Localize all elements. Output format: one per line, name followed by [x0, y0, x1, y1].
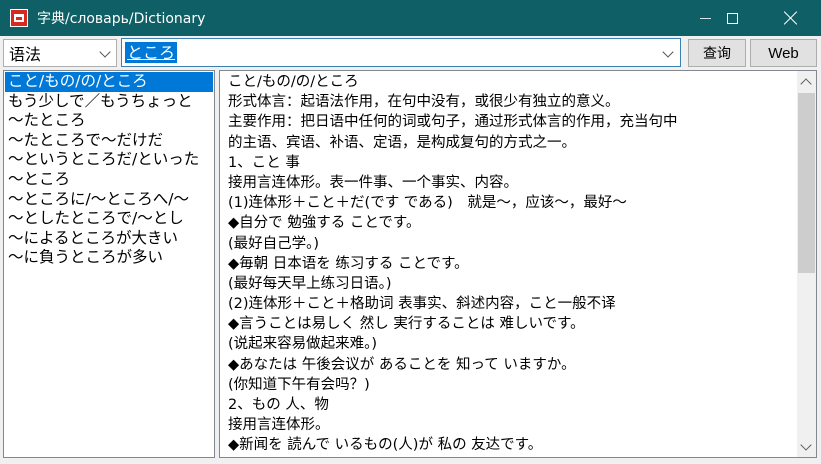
close-button[interactable]	[768, 0, 814, 36]
list-item[interactable]: こと/もの/の/ところ	[5, 72, 213, 92]
detail-line: (1)连体形＋こと＋だ(です である) 就是～，应该～，最好～	[228, 195, 627, 212]
scrollbar-thumb[interactable]	[798, 93, 815, 273]
detail-line: (2)连体形＋こと＋格助词 表事实、斜述内容，こと一般不译	[228, 296, 616, 313]
title-bar: 字典/словарь/Dictionary	[0, 0, 821, 36]
detail-line: 2、もの 人、物	[228, 397, 329, 413]
detail-line: こと/もの/の/ところ	[228, 74, 359, 90]
detail-line: ◆自分で 勉強する ことです。	[228, 215, 421, 232]
detail-line: ◆毎朝 日本语を 练习する ことです。	[228, 255, 469, 272]
toolbar: 语法 ところ 查询 Web	[0, 36, 821, 69]
detail-line: 接用言连体形。表一件事、一个事实、内容。	[228, 174, 518, 191]
detail-panel[interactable]: こと/もの/の/ところ形式体言：起语法作用，在句中没有，或很少有独立的意义。主要…	[219, 70, 817, 458]
detail-line: 1、こと 事	[228, 154, 300, 171]
close-icon	[784, 11, 798, 25]
maximize-button[interactable]	[709, 0, 755, 36]
dictionary-select[interactable]: 语法	[3, 39, 117, 67]
detail-line: ◆新闻を 読んで いるもの(人)が 私の 友达です。	[228, 437, 543, 454]
chevron-down-icon[interactable]	[662, 46, 674, 58]
list-item[interactable]: ～ところに/～ところへ/～	[4, 190, 214, 210]
detail-line: ◆あなたは 午後会议が あることを 知って いますか。	[228, 356, 576, 373]
dictionary-select-value: 语法	[9, 45, 42, 64]
vertical-scrollbar[interactable]	[797, 71, 816, 457]
detail-line: (最好自己学。)	[228, 235, 320, 252]
list-item[interactable]: ～によるところが大きい	[4, 229, 214, 249]
scroll-up-icon[interactable]	[800, 78, 812, 90]
list-item[interactable]: ～に負うところが多い	[4, 248, 214, 268]
scroll-down-icon[interactable]	[800, 439, 812, 451]
dictionary-app-icon	[10, 9, 28, 27]
maximize-icon	[726, 12, 738, 24]
detail-line: (你知道下午有会吗？)	[228, 376, 370, 393]
chevron-down-icon	[99, 46, 111, 58]
web-button[interactable]: Web	[750, 39, 817, 67]
detail-line: ◆言うことは易しく 然し 実行することは 难しいです。	[228, 316, 585, 333]
detail-line: 主要作用：把日语中任何的词或句子，通过形式体言的作用，充当句中	[228, 114, 678, 131]
list-item[interactable]: ～としたところで/～とし	[4, 209, 214, 229]
search-input[interactable]: ところ	[121, 38, 681, 67]
list-item[interactable]: もう少しで／もうちょっと	[4, 92, 214, 112]
detail-content: こと/もの/の/ところ形式体言：起语法作用，在句中没有，或很少有独立的意义。主要…	[228, 72, 788, 456]
detail-line: 接用言连体形。	[228, 417, 330, 434]
detail-line: 的主语、宾语、补语、定语，是构成复句的方式之一。	[228, 134, 576, 151]
lookup-button[interactable]: 查询	[688, 39, 746, 67]
search-input-value: ところ	[125, 42, 178, 63]
list-item[interactable]: ～たところ	[4, 111, 214, 131]
list-item[interactable]: ～たところで～だけだ	[4, 131, 214, 151]
detail-line: (说起来容易做起来难。)	[228, 336, 378, 353]
list-item[interactable]: ～というところだ/といった	[4, 150, 214, 170]
list-item[interactable]: ～ところ	[4, 170, 214, 190]
detail-line: 形式体言：起语法作用，在句中没有，或很少有独立的意义。	[228, 94, 620, 111]
window-title: 字典/словарь/Dictionary	[37, 11, 206, 27]
entry-list[interactable]: こと/もの/の/ところ もう少しで／もうちょっと ～たところ ～たところで～だけだ ～と…	[3, 70, 215, 458]
detail-line: (最好每天早上练习日语。)	[228, 275, 392, 292]
